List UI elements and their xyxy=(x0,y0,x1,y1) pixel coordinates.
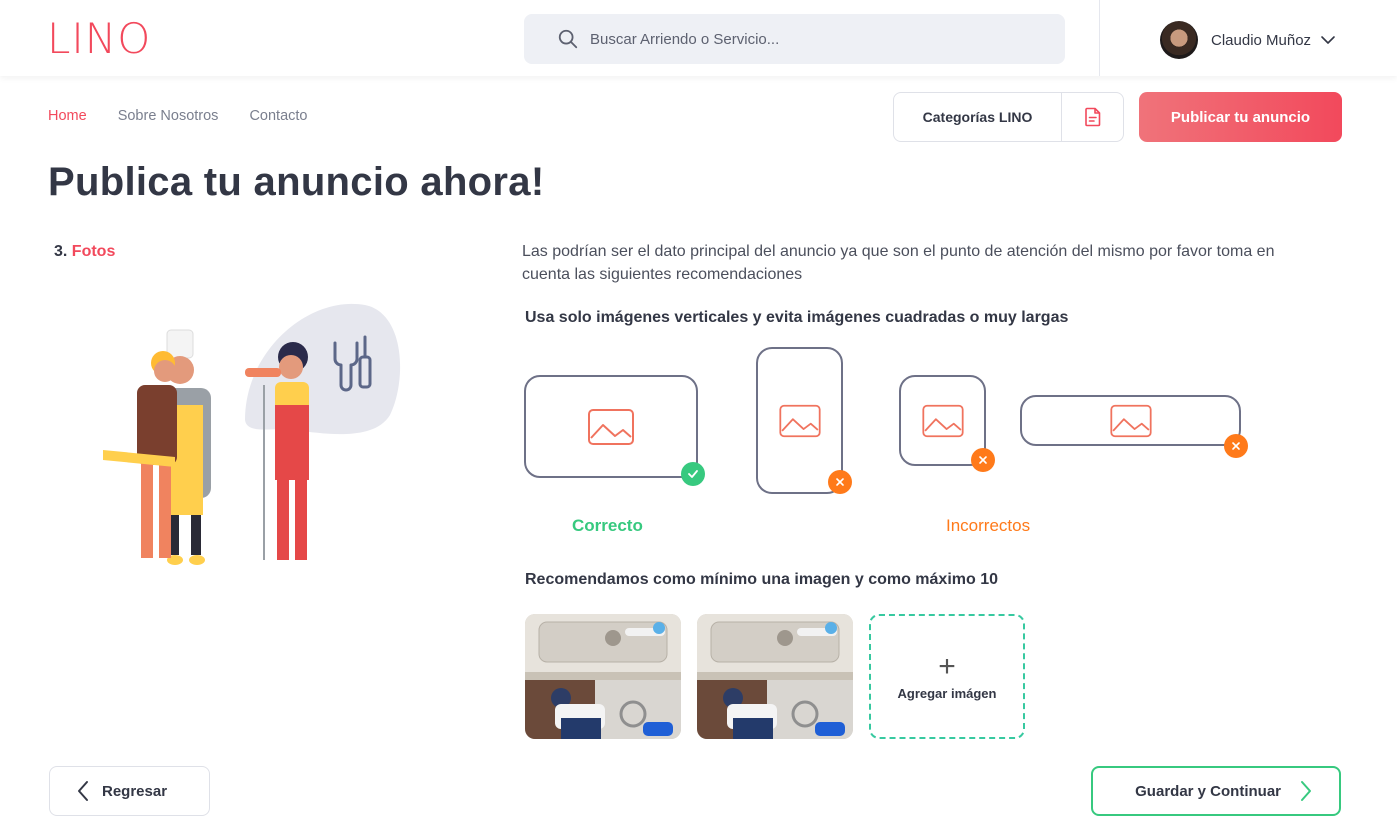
document-icon xyxy=(1084,107,1100,127)
chevron-left-icon xyxy=(78,781,88,801)
step-indicator: 3. Fotos xyxy=(54,243,115,261)
avatar[interactable] xyxy=(1160,21,1198,59)
close-icon xyxy=(828,470,852,494)
close-icon xyxy=(1224,434,1248,458)
back-label: Regresar xyxy=(102,782,168,800)
photos-intro-text: Las podrían ser el dato principal del an… xyxy=(522,243,1275,283)
search-bar[interactable] xyxy=(524,14,1065,64)
uploaded-photo-thumbnail[interactable] xyxy=(697,614,853,739)
header-divider xyxy=(1099,0,1100,76)
user-name[interactable]: Claudio Muñoz xyxy=(1211,32,1311,49)
image-icon xyxy=(1109,404,1152,437)
save-continue-button[interactable]: Guardar y Continuar xyxy=(1091,766,1341,816)
image-count-rule: Recomendamos como mínimo una imagen y co… xyxy=(525,571,999,588)
logo[interactable]: LINO xyxy=(47,14,151,63)
top-header: LINO Claudio Muñoz xyxy=(0,0,1397,76)
chevron-down-icon[interactable] xyxy=(1320,32,1336,48)
main-nav: Home Sobre Nosotros Contacto xyxy=(48,108,307,124)
image-icon xyxy=(778,404,821,437)
page-title: Publica tu anuncio ahora! xyxy=(48,160,545,204)
search-icon xyxy=(558,29,578,49)
step-name: Fotos xyxy=(71,243,116,260)
image-icon xyxy=(921,404,964,437)
check-icon xyxy=(681,462,705,486)
nav-about[interactable]: Sobre Nosotros xyxy=(118,108,219,124)
example-frame-wide xyxy=(1020,395,1241,446)
add-image-button[interactable]: + Agregar imágen xyxy=(869,614,1025,739)
publish-ad-button[interactable]: Publicar tu anuncio xyxy=(1139,92,1342,142)
close-icon xyxy=(971,448,995,472)
image-icon xyxy=(588,408,634,445)
plus-icon: + xyxy=(938,650,956,683)
uploaded-photo-thumbnail[interactable] xyxy=(525,614,681,739)
user-menu[interactable]: Claudio Muñoz xyxy=(1160,21,1336,59)
save-continue-label: Guardar y Continuar xyxy=(1135,782,1281,800)
document-button[interactable] xyxy=(1062,93,1123,141)
nav-home[interactable]: Home xyxy=(48,108,87,124)
workers-illustration xyxy=(103,303,401,565)
example-frame-tall xyxy=(756,347,843,494)
nav-contact[interactable]: Contacto xyxy=(249,108,307,124)
add-image-label: Agregar imágen xyxy=(897,686,997,701)
categories-button[interactable]: Categorías LINO xyxy=(894,93,1062,141)
chevron-right-icon xyxy=(1301,781,1311,801)
incorrect-label: Incorrectos xyxy=(946,516,1031,535)
step-number: 3. xyxy=(54,243,68,260)
example-frame-landscape-correct xyxy=(524,375,698,478)
back-button[interactable]: Regresar xyxy=(49,766,210,816)
orientation-rule: Usa solo imágenes verticales y evita imá… xyxy=(525,309,1069,326)
search-input[interactable] xyxy=(590,30,1010,48)
correct-label: Correcto xyxy=(572,516,643,535)
categories-box: Categorías LINO xyxy=(893,92,1124,142)
